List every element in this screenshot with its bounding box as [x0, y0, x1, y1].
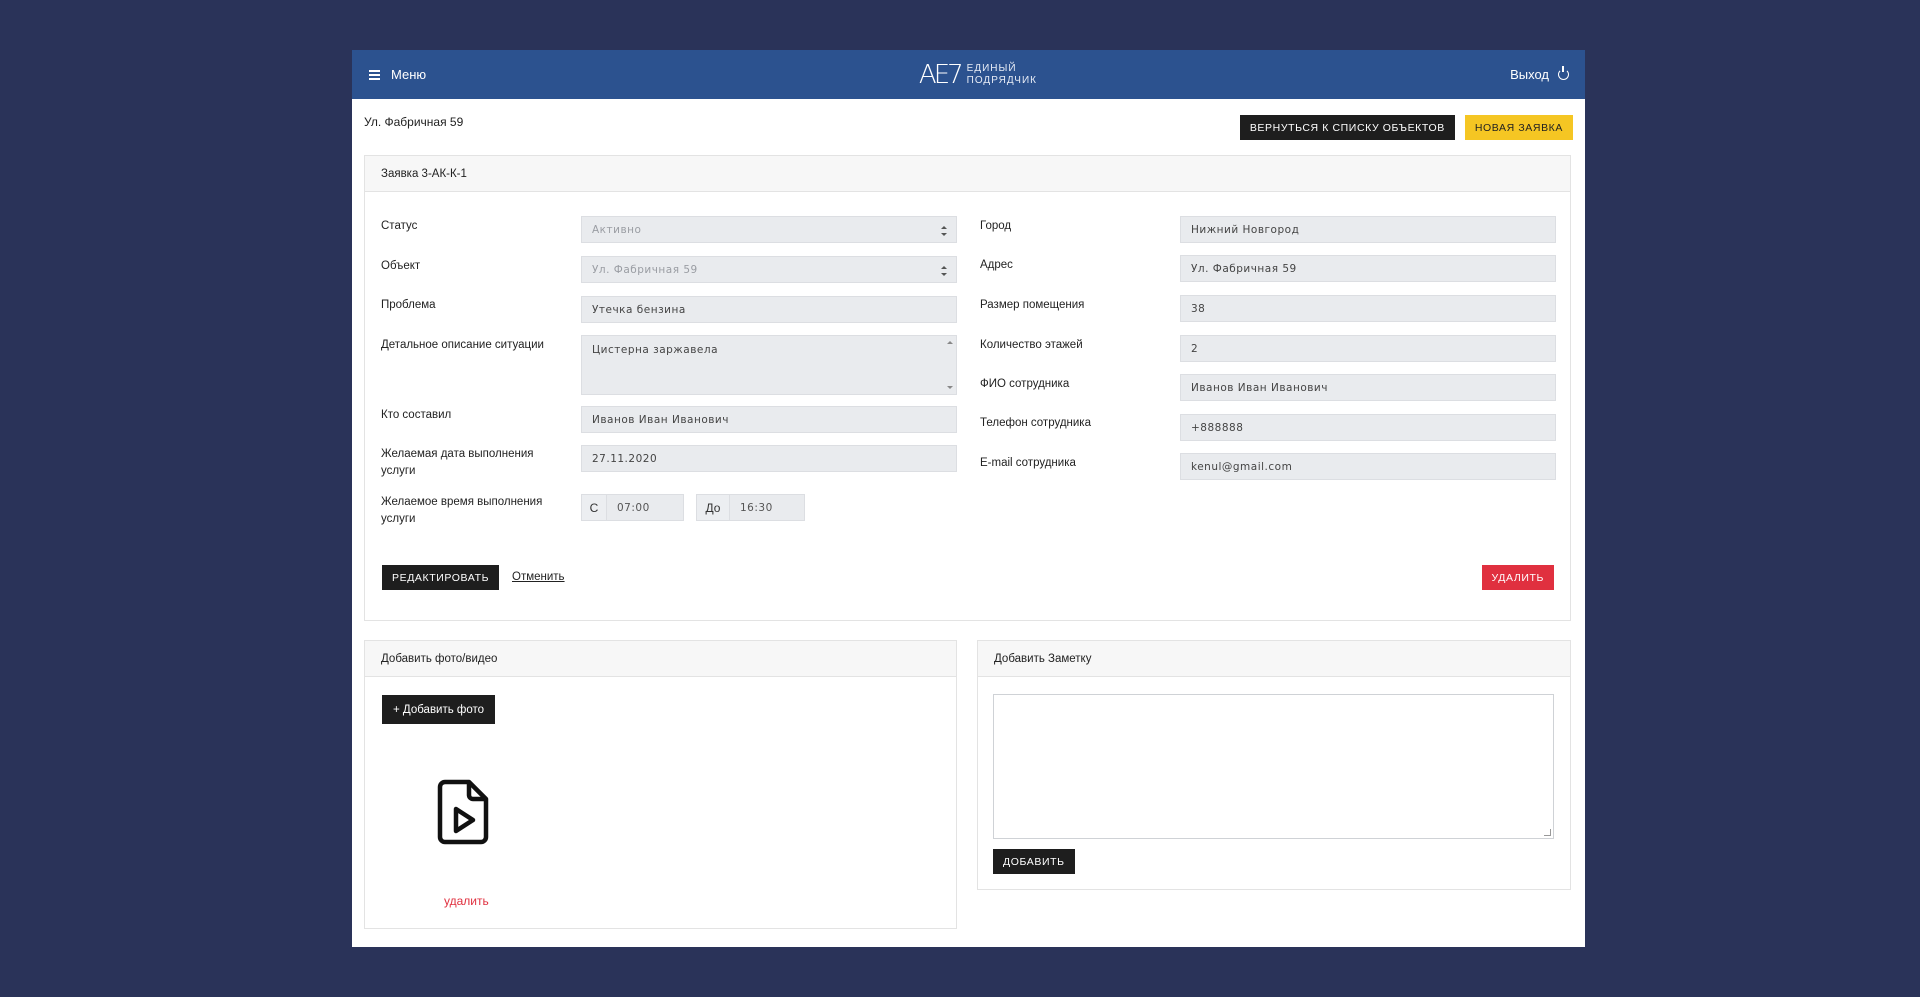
scrollbar[interactable] [946, 339, 954, 391]
time-label: Желаемое время выполнения услуги [381, 496, 543, 525]
date-value: 27.11.2020 [592, 452, 658, 465]
description-value: Цистерна заржавела [592, 344, 718, 356]
city-value: Нижний Новгород [1191, 223, 1300, 236]
note-card: Добавить Заметку ДОБАВИТЬ [977, 640, 1571, 890]
select-arrows-icon [941, 266, 947, 276]
menu-label: Меню [391, 67, 427, 82]
employee-field[interactable]: Иванов Иван Иванович [1180, 374, 1556, 401]
problem-field[interactable]: Утечка бензина [581, 296, 957, 323]
problem-label: Проблема [381, 299, 436, 311]
time-to-field[interactable]: До 16:30 [696, 494, 805, 521]
logout-label: Выход [1510, 67, 1549, 82]
back-to-objects-button[interactable]: ВЕРНУТЬСЯ К СПИСКУ ОБЪЕКТОВ [1239, 115, 1455, 140]
add-note-button[interactable]: ДОБАВИТЬ [993, 849, 1075, 874]
time-from-value: 07:00 [617, 501, 650, 514]
address-value: Ул. Фабричная 59 [1191, 262, 1297, 275]
room-size-value: 38 [1191, 302, 1206, 315]
email-label: E-mail сотрудника [980, 457, 1076, 469]
city-label: Город [980, 220, 1012, 232]
video-file-icon[interactable] [437, 779, 489, 845]
status-select[interactable]: Активно [581, 216, 957, 243]
media-card: Добавить фото/видео + Добавить фото удал… [364, 640, 957, 929]
phone-label: Телефон сотрудника [980, 417, 1091, 429]
description-label: Детальное описание ситуации [381, 339, 544, 351]
logo-line-1: ЕДИНЫЙ [966, 62, 1017, 74]
app-window: Меню АЕ7 ЕДИНЫЙ ПОДРЯДЧИК Выход Ул. Фабр… [352, 50, 1585, 947]
author-field[interactable]: Иванов Иван Иванович [581, 406, 957, 433]
new-request-button[interactable]: НОВАЯ ЗАЯВКА [1464, 115, 1573, 140]
author-label: Кто составил [381, 409, 452, 421]
problem-value: Утечка бензина [592, 303, 686, 316]
logout-button[interactable]: Выход [1510, 66, 1569, 82]
cancel-link[interactable]: Отменить [512, 571, 565, 583]
select-arrows-icon [941, 226, 947, 236]
time-from-field[interactable]: С 07:00 [581, 494, 684, 521]
media-title: Добавить фото/видео [365, 641, 956, 677]
logo-mark: АЕ7 [918, 59, 964, 90]
address-field[interactable]: Ул. Фабричная 59 [1180, 255, 1556, 282]
time-to-value: 16:30 [740, 501, 773, 514]
power-icon [1558, 66, 1569, 80]
room-size-field[interactable]: 38 [1180, 295, 1556, 322]
delete-request-button[interactable]: УДАЛИТЬ [1481, 565, 1554, 590]
time-to-prefix: До [697, 495, 730, 520]
delete-media-link[interactable]: удалить [444, 894, 489, 908]
phone-value: +888888 [1191, 421, 1244, 434]
resize-handle[interactable] [1544, 829, 1551, 836]
description-textarea[interactable]: Цистерна заржавела [581, 335, 957, 395]
logo-line-2: ПОДРЯДЧИК [966, 74, 1037, 86]
edit-button[interactable]: РЕДАКТИРОВАТЬ [382, 565, 500, 590]
author-value: Иванов Иван Иванович [592, 413, 729, 426]
status-label: Статус [381, 220, 418, 232]
breadcrumb: Ул. Фабричная 59 [364, 115, 464, 129]
email-field[interactable]: kenul@gmail.com [1180, 453, 1556, 480]
email-value: kenul@gmail.com [1191, 460, 1293, 473]
status-value: Активно [592, 223, 642, 236]
phone-field[interactable]: +888888 [1180, 414, 1556, 441]
date-label: Желаемая дата выполнения услуги [381, 448, 534, 477]
employee-label: ФИО сотрудника [980, 378, 1070, 390]
room-size-label: Размер помещения [980, 299, 1085, 311]
employee-value: Иванов Иван Иванович [1191, 381, 1328, 394]
object-value: Ул. Фабричная 59 [592, 263, 698, 276]
add-photo-button[interactable]: + Добавить фото [382, 695, 496, 724]
logo-text: ЕДИНЫЙ ПОДРЯДЧИК [967, 63, 1037, 87]
logo: АЕ7 ЕДИНЫЙ ПОДРЯДЧИК [919, 62, 1037, 88]
address-label: Адрес [980, 259, 1013, 271]
note-textarea[interactable] [993, 694, 1554, 839]
menu-button[interactable]: Меню [369, 67, 426, 82]
city-field[interactable]: Нижний Новгород [1180, 216, 1556, 243]
request-card: Заявка 3-АК-К-1 Статус Активно Объект Ул… [364, 155, 1571, 621]
floors-label: Количество этажей [980, 339, 1083, 351]
object-select[interactable]: Ул. Фабричная 59 [581, 256, 957, 283]
top-actions: ВЕРНУТЬСЯ К СПИСКУ ОБЪЕКТОВ НОВАЯ ЗАЯВКА [1239, 115, 1573, 140]
note-title: Добавить Заметку [978, 641, 1570, 677]
time-from-prefix: С [582, 495, 607, 520]
date-field[interactable]: 27.11.2020 [581, 445, 957, 472]
request-title: Заявка 3-АК-К-1 [365, 156, 1570, 192]
top-navbar: Меню АЕ7 ЕДИНЫЙ ПОДРЯДЧИК Выход [352, 50, 1585, 99]
hamburger-icon [369, 70, 380, 80]
breadcrumb-row: Ул. Фабричная 59 ВЕРНУТЬСЯ К СПИСКУ ОБЪЕ… [364, 115, 1573, 141]
floors-field[interactable]: 2 [1180, 335, 1556, 362]
floors-value: 2 [1191, 342, 1199, 355]
object-label: Объект [381, 260, 421, 272]
